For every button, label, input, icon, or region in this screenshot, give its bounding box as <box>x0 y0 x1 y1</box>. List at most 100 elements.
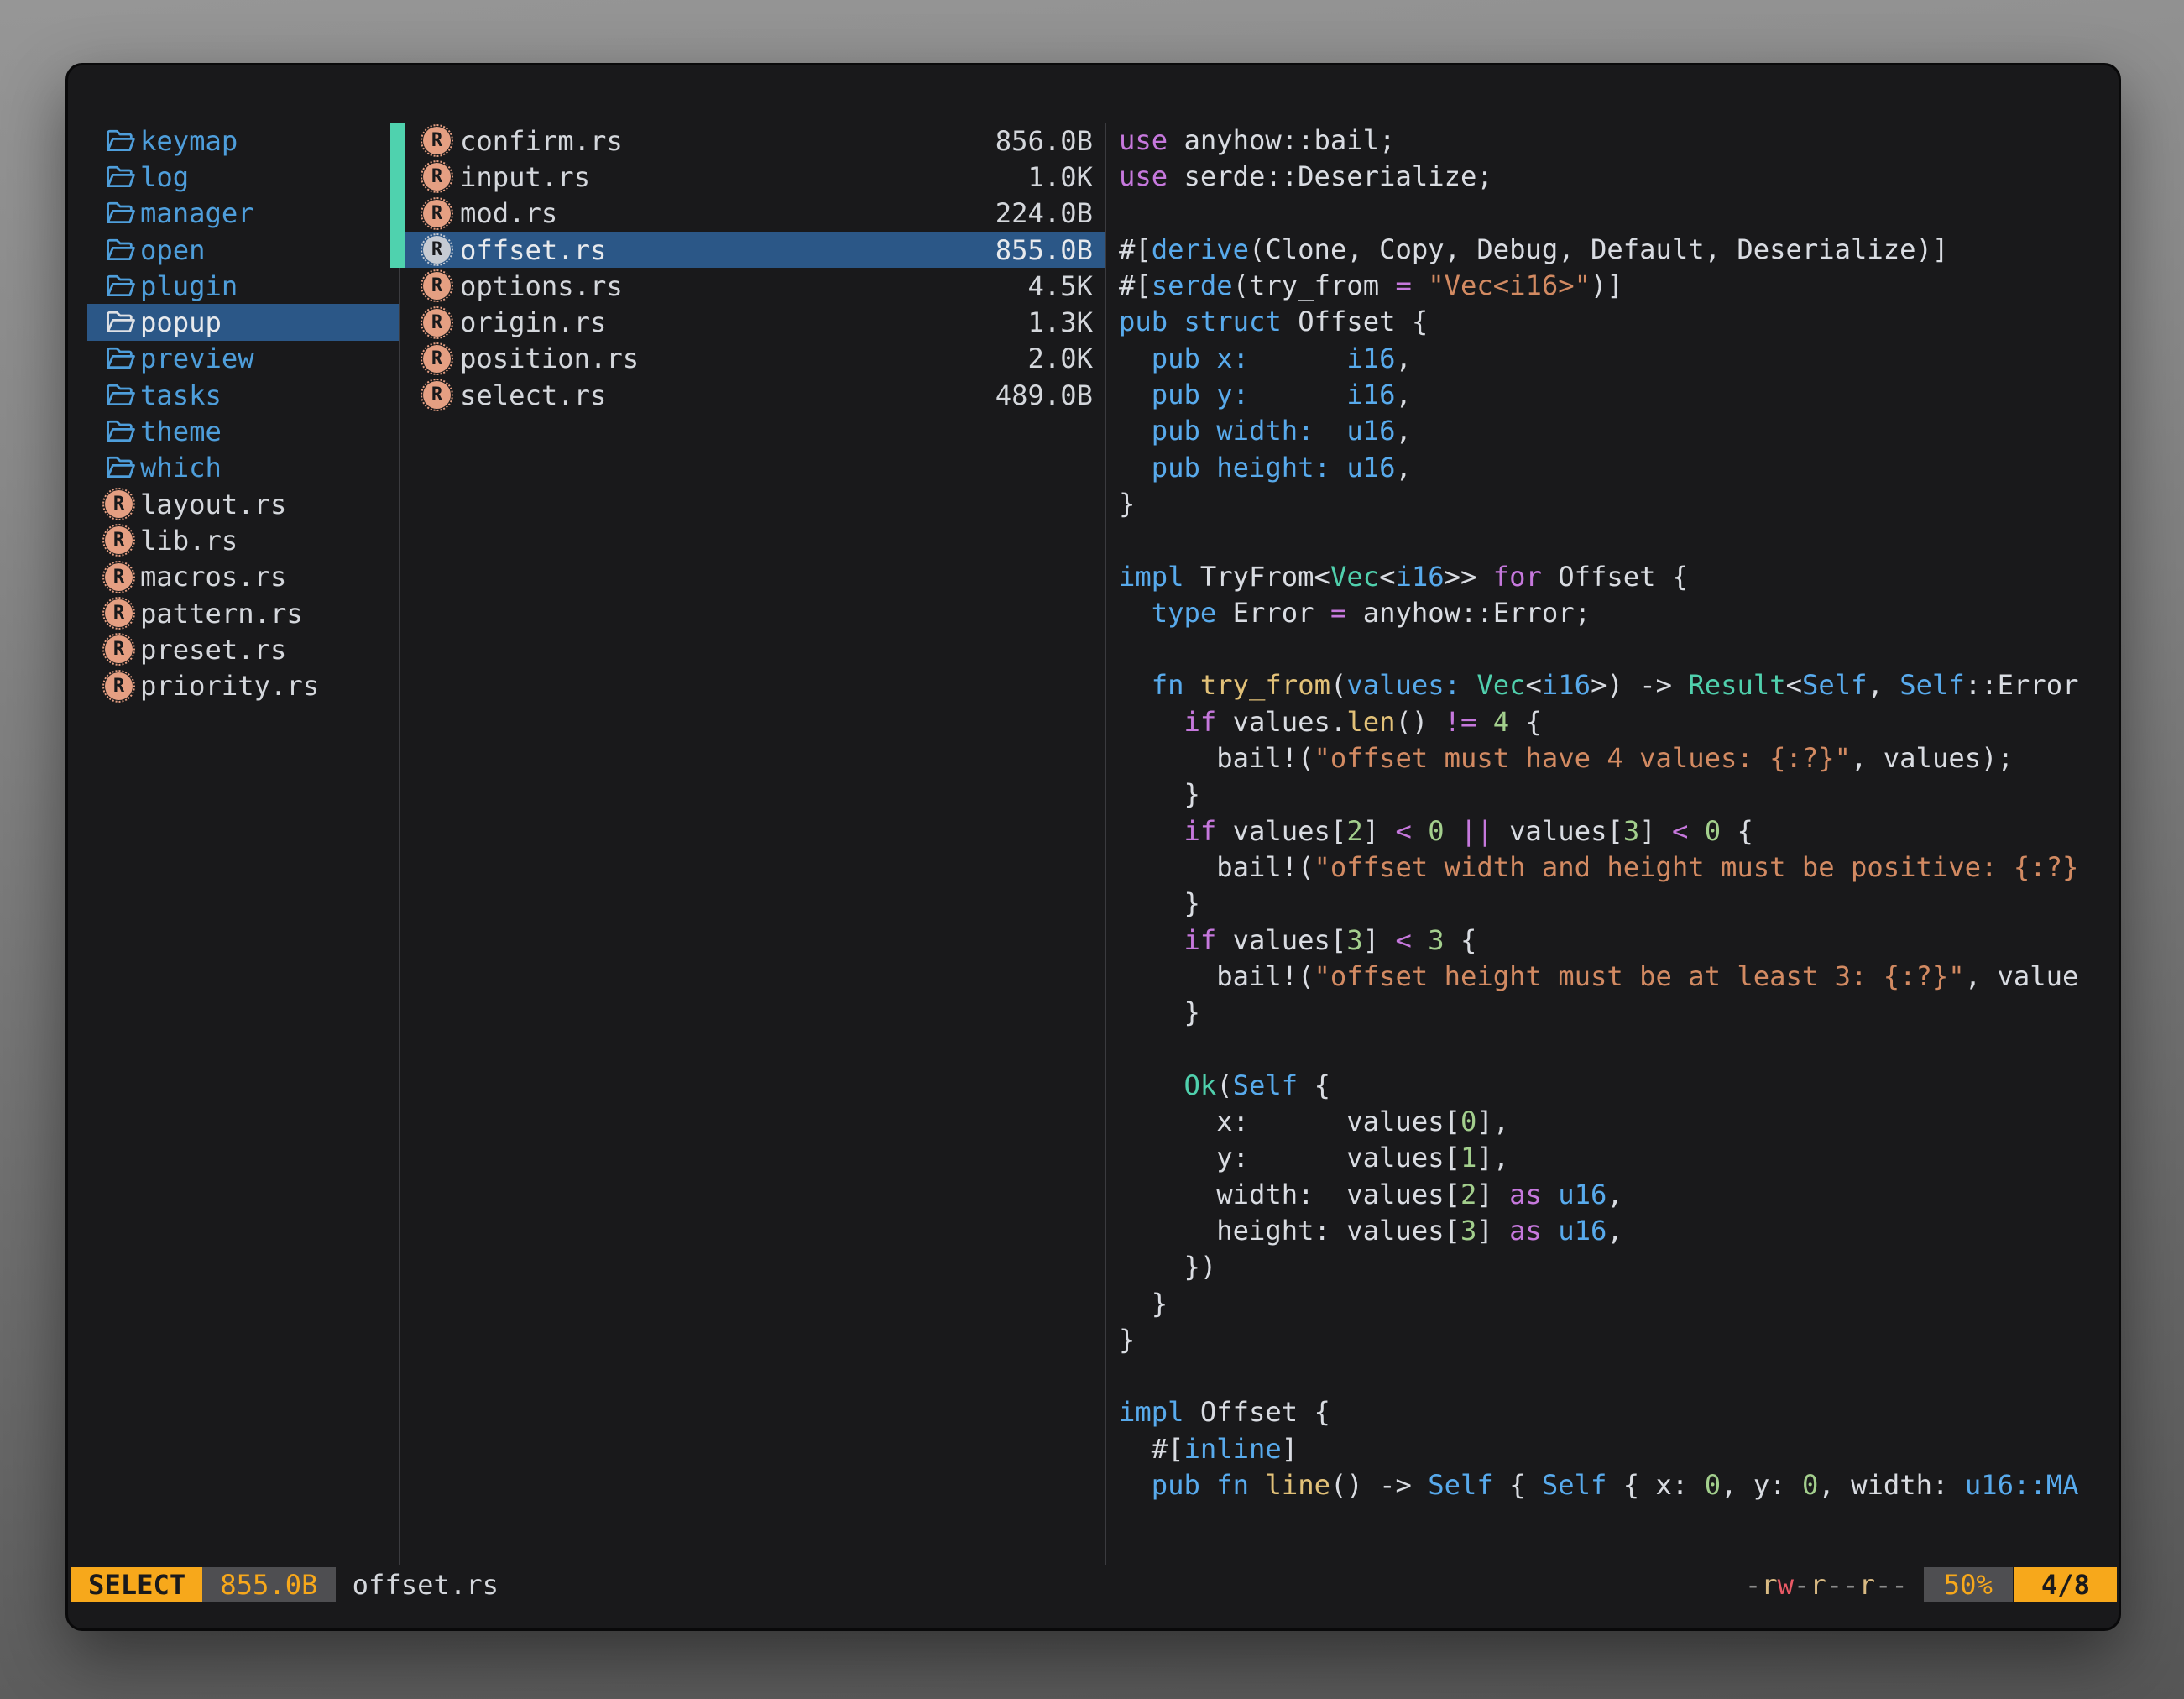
code-line: } <box>1119 995 2118 1031</box>
folder-open-icon <box>105 382 136 409</box>
code-line <box>1119 196 2118 232</box>
file-size: 489.0B <box>995 379 1093 411</box>
code-line: } <box>1119 486 2118 522</box>
code-line: pub height: u16, <box>1119 450 2118 486</box>
file-name: position.rs <box>460 342 639 374</box>
item-label: open <box>140 234 206 266</box>
code-line: if values.len() != 4 { <box>1119 704 2118 740</box>
folder-open-icon <box>105 309 136 336</box>
selection-marker <box>390 232 405 268</box>
rust-file-icon: R <box>423 345 451 373</box>
item-label: macros.rs <box>140 561 286 593</box>
parent-dir-item-popup[interactable]: popup <box>68 304 399 340</box>
code-line: } <box>1119 886 2118 922</box>
file-name: select.rs <box>460 379 606 411</box>
parent-dir-item-which[interactable]: which <box>68 450 399 486</box>
parent-dir-item-preview[interactable]: preview <box>68 341 399 377</box>
rust-file-icon: R <box>423 272 451 300</box>
code-line: type Error = anyhow::Error; <box>1119 595 2118 631</box>
rust-file-icon: R <box>105 599 133 627</box>
rust-file-icon: R <box>105 526 133 554</box>
code-line: #[serde(try_from = "Vec<i16>")] <box>1119 268 2118 304</box>
parent-dir-item-keymap[interactable]: keymap <box>68 123 399 159</box>
parent-dir-item-tasks[interactable]: tasks <box>68 377 399 413</box>
code-line <box>1119 631 2118 667</box>
rust-file-icon: R <box>423 309 451 337</box>
parent-dir-item-preset-rs[interactable]: R preset.rs <box>68 631 399 667</box>
code-line: bail!("offset width and height must be p… <box>1119 850 2118 886</box>
code-line: impl TryFrom<Vec<i16>> for Offset { <box>1119 559 2118 595</box>
code-line: impl Offset { <box>1119 1394 2118 1430</box>
code-line: #[derive(Clone, Copy, Debug, Default, De… <box>1119 232 2118 268</box>
cursor-position-badge: 4/8 <box>2014 1567 2117 1602</box>
current-directory-pane: R confirm.rs 856.0B R input.rs 1.0K R mo… <box>390 123 1105 413</box>
folder-open-icon <box>105 345 136 372</box>
folder-open-icon <box>105 128 136 154</box>
code-line: bail!("offset height must be at least 3:… <box>1119 959 2118 995</box>
item-label: lib.rs <box>140 525 238 557</box>
folder-open-icon <box>105 454 136 481</box>
parent-dir-item-layout-rs[interactable]: R layout.rs <box>68 486 399 522</box>
folder-open-icon <box>105 200 136 227</box>
code-line: height: values[3] as u16, <box>1119 1213 2118 1249</box>
selection-marker <box>390 304 405 340</box>
file-size: 856.0B <box>995 125 1093 157</box>
code-line: pub x: i16, <box>1119 341 2118 377</box>
code-line: x: values[0], <box>1119 1104 2118 1140</box>
parent-dir-item-lib-rs[interactable]: R lib.rs <box>68 522 399 558</box>
code-line: pub fn line() -> Self { Self { x: 0, y: … <box>1119 1467 2118 1503</box>
selection-marker <box>390 341 405 377</box>
code-line: } <box>1119 1322 2118 1358</box>
file-row-mod-rs[interactable]: R mod.rs 224.0B <box>390 196 1105 232</box>
code-line <box>1119 1031 2118 1067</box>
parent-dir-item-pattern-rs[interactable]: R pattern.rs <box>68 595 399 631</box>
file-size: 855.0B <box>995 234 1093 266</box>
folder-open-icon <box>105 237 136 264</box>
file-row-origin-rs[interactable]: R origin.rs 1.3K <box>390 304 1105 340</box>
selection-marker <box>390 377 405 413</box>
file-name: confirm.rs <box>460 125 623 157</box>
file-size: 224.0B <box>995 197 1093 229</box>
rust-file-icon: R <box>105 563 133 591</box>
folder-open-icon <box>105 164 136 191</box>
file-size-badge: 855.0B <box>202 1567 335 1602</box>
parent-dir-item-open[interactable]: open <box>68 232 399 268</box>
file-row-select-rs[interactable]: R select.rs 489.0B <box>390 377 1105 413</box>
parent-dir-item-plugin[interactable]: plugin <box>68 268 399 304</box>
selection-marker <box>390 159 405 195</box>
file-row-options-rs[interactable]: R options.rs 4.5K <box>390 268 1105 304</box>
rust-file-icon: R <box>105 490 133 518</box>
code-line: } <box>1119 1286 2118 1322</box>
file-row-offset-rs[interactable]: R offset.rs 855.0B <box>390 232 1105 268</box>
item-label: which <box>140 452 222 484</box>
parent-dir-item-manager[interactable]: manager <box>68 196 399 232</box>
code-line: use serde::Deserialize; <box>1119 159 2118 195</box>
rust-file-icon: R <box>105 635 133 663</box>
file-row-input-rs[interactable]: R input.rs 1.0K <box>390 159 1105 195</box>
item-label: tasks <box>140 379 222 411</box>
parent-dir-item-theme[interactable]: theme <box>68 413 399 449</box>
file-row-confirm-rs[interactable]: R confirm.rs 856.0B <box>390 123 1105 159</box>
code-line: #[inline] <box>1119 1431 2118 1467</box>
file-size: 4.5K <box>1027 270 1093 302</box>
rust-file-icon: R <box>423 200 451 227</box>
rust-file-icon: R <box>423 236 451 264</box>
rust-file-icon: R <box>105 672 133 700</box>
rust-file-icon: R <box>423 127 451 154</box>
file-preview-pane: use anyhow::bail;use serde::Deserialize;… <box>1119 123 2118 1503</box>
file-name: input.rs <box>460 161 590 193</box>
parent-dir-item-priority-rs[interactable]: R priority.rs <box>68 667 399 703</box>
folder-open-icon <box>105 418 136 445</box>
pane-separator-right <box>1105 123 1106 1565</box>
code-line: Ok(Self { <box>1119 1068 2118 1104</box>
item-label: preview <box>140 342 254 374</box>
selection-marker <box>390 123 405 159</box>
item-label: popup <box>140 306 222 338</box>
parent-dir-item-log[interactable]: log <box>68 159 399 195</box>
mode-badge: SELECT <box>71 1567 202 1602</box>
code-line: pub width: u16, <box>1119 413 2118 449</box>
parent-dir-item-macros-rs[interactable]: R macros.rs <box>68 559 399 595</box>
code-line: } <box>1119 776 2118 813</box>
file-row-position-rs[interactable]: R position.rs 2.0K <box>390 341 1105 377</box>
item-label: log <box>140 161 189 193</box>
